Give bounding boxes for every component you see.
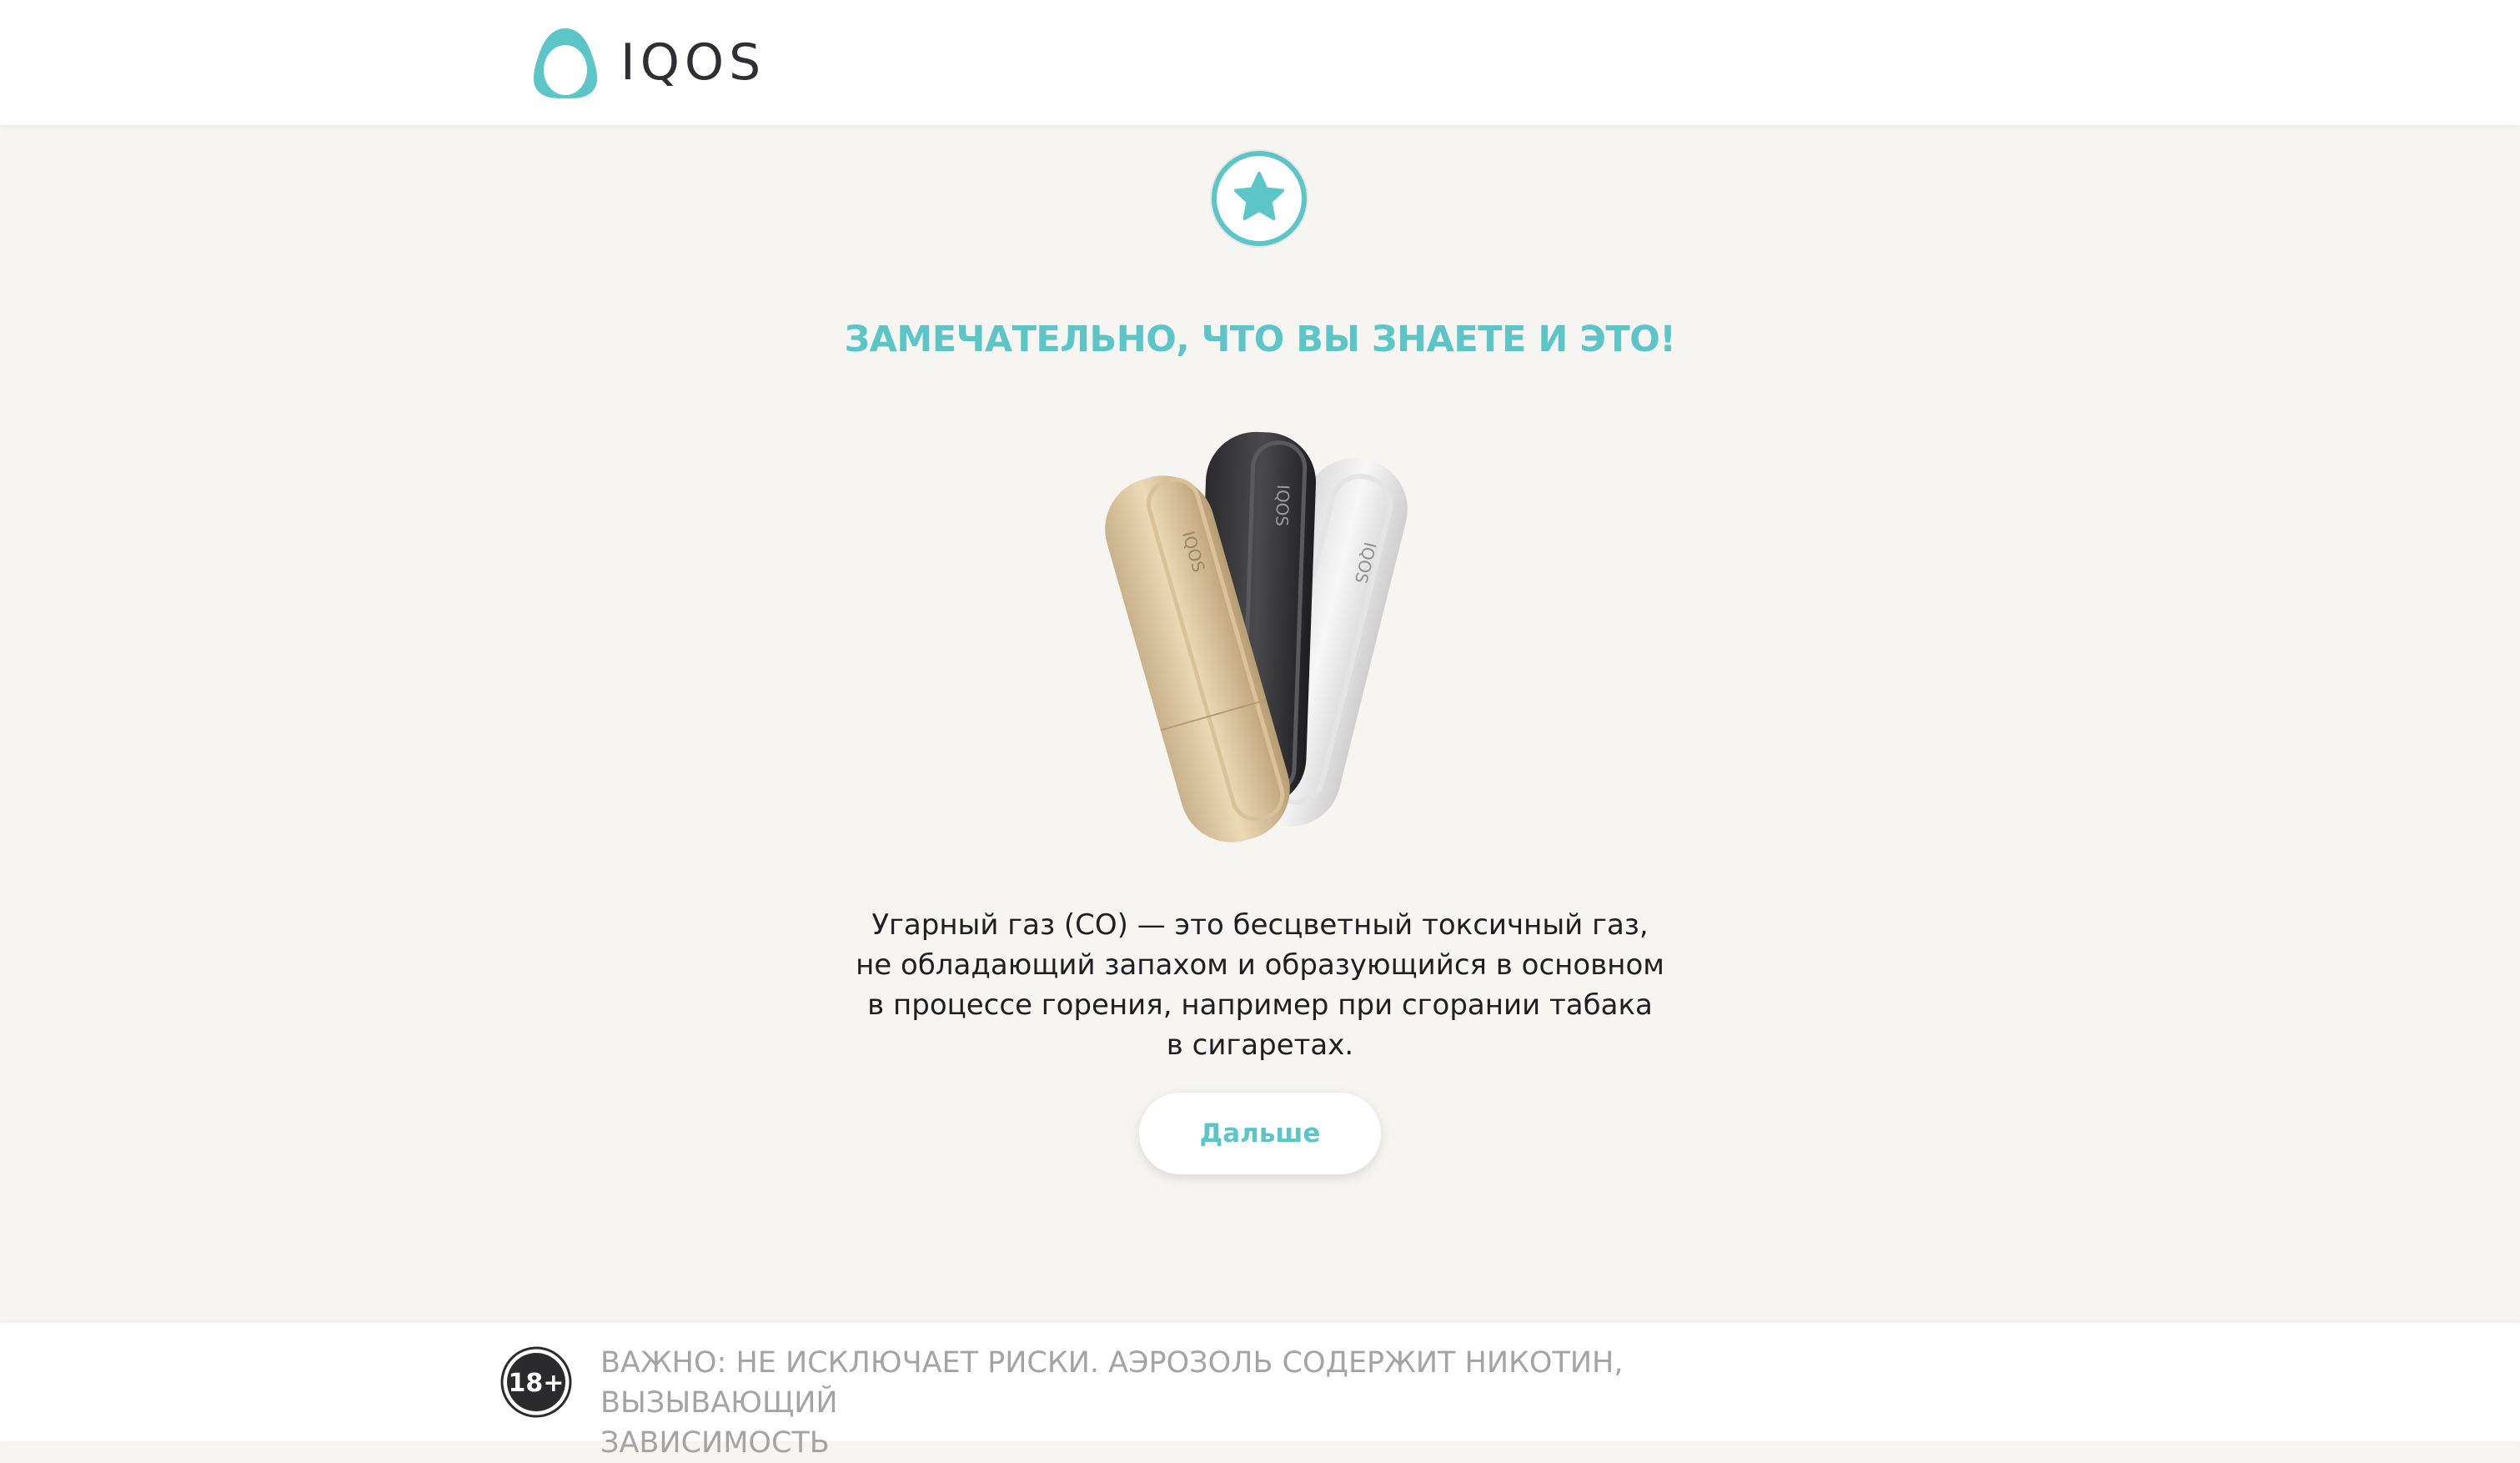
age-restriction-icon: 18+ [500, 1346, 572, 1418]
next-button[interactable]: Дальше [1139, 1093, 1381, 1174]
warning-line: ЗАВИСИМОСТЬ [600, 1426, 830, 1460]
star-icon [1210, 149, 1308, 248]
iqos-logo[interactable]: IQOS [527, 23, 766, 102]
warning-line: ВАЖНО: НЕ ИСКЛЮЧАЕТ РИСКИ. АЭРОЗОЛЬ СОДЕ… [600, 1346, 1624, 1420]
age-label: 18+ [509, 1369, 565, 1398]
iqos-logo-mark-icon [533, 28, 598, 98]
info-text-line: не обладающий запахом и образующийся в о… [856, 948, 1664, 982]
info-text-line: в процессе горения, например при сгорани… [867, 988, 1653, 1022]
warning-text: ВАЖНО: НЕ ИСКЛЮЧАЕТ РИСКИ. АЭРОЗОЛЬ СОДЕ… [600, 1343, 1851, 1463]
info-text-line: в сигаретах. [1166, 1028, 1354, 1062]
page-title: ЗАМЕЧАТЕЛЬНО, ЧТО ВЫ ЗНАЕТЕ И ЭТО! [844, 319, 1676, 360]
info-text: Угарный газ (СО) — это бесцветный токсич… [834, 905, 1686, 1065]
logo-text: IQOS [620, 33, 766, 92]
header: IQOS [0, 0, 2520, 125]
info-text-line: Угарный газ (СО) — это бесцветный токсич… [871, 908, 1649, 942]
iqos-holders-image: IQOS IQOS IQOS [1105, 431, 1408, 842]
product-label: IQOS [1272, 485, 1293, 527]
health-warning-footer: 18+ ВАЖНО: НЕ ИСКЛЮЧАЕТ РИСКИ. АЭРОЗОЛЬ … [0, 1323, 2520, 1460]
